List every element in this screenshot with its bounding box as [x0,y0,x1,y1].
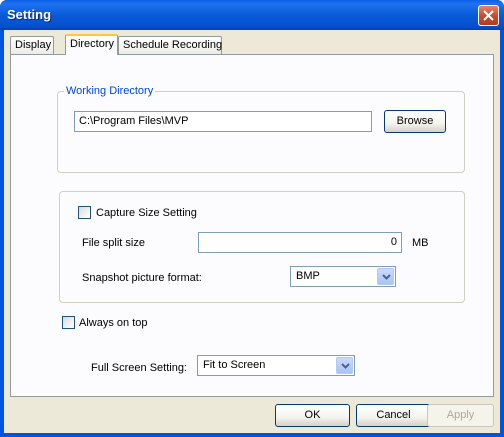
snapshot-format-value: BMP [296,270,320,282]
settings-window: Setting Display Directory Schedule Recor… [0,0,504,437]
file-split-label: File split size [82,237,145,249]
browse-button[interactable]: Browse [384,110,446,133]
full-screen-dropdown-button[interactable] [336,357,353,374]
tab-directory[interactable]: Directory [65,34,118,55]
cancel-button[interactable]: Cancel [356,404,431,427]
full-screen-label: Full Screen Setting: [91,362,187,374]
capture-size-label: Capture Size Setting [96,207,197,219]
tab-display[interactable]: Display [10,36,54,54]
apply-button[interactable]: Apply [427,404,494,427]
title-bar[interactable]: Setting [0,0,504,30]
dialog-body: Display Directory Schedule Recording Wor… [4,30,500,433]
tab-label: Display [15,39,52,51]
close-button[interactable] [478,5,499,26]
always-on-top-checkbox[interactable] [62,316,75,329]
always-on-top-label: Always on top [79,317,148,329]
close-icon [483,10,494,21]
full-screen-select[interactable]: Fit to Screen [197,355,355,376]
working-directory-label: Working Directory [64,85,156,97]
tab-schedule-recording[interactable]: Schedule Recording [118,36,222,54]
working-directory-group: Working Directory C:\Program Files\MVP B… [57,85,465,173]
tab-label: Directory [70,38,115,50]
file-split-input[interactable]: 0 [198,232,402,253]
window-frame-bottom [0,433,504,437]
full-screen-value: Fit to Screen [203,359,266,371]
working-directory-input[interactable]: C:\Program Files\MVP [74,111,372,132]
capture-size-checkbox[interactable] [78,206,91,219]
chevron-down-icon [382,274,391,280]
snapshot-format-select[interactable]: BMP [290,266,396,287]
ok-button[interactable]: OK [275,404,350,427]
window-frame-right [500,30,504,437]
capture-settings-group: Capture Size Setting File split size 0 M… [59,191,465,303]
tab-label: Schedule Recording [123,39,223,51]
window-title: Setting [7,7,52,22]
file-split-unit: MB [412,237,429,249]
snapshot-format-label: Snapshot picture format: [82,272,202,284]
snapshot-format-dropdown-button[interactable] [377,268,394,285]
tab-panel-directory: Working Directory C:\Program Files\MVP B… [10,54,494,397]
chevron-down-icon [341,363,350,369]
